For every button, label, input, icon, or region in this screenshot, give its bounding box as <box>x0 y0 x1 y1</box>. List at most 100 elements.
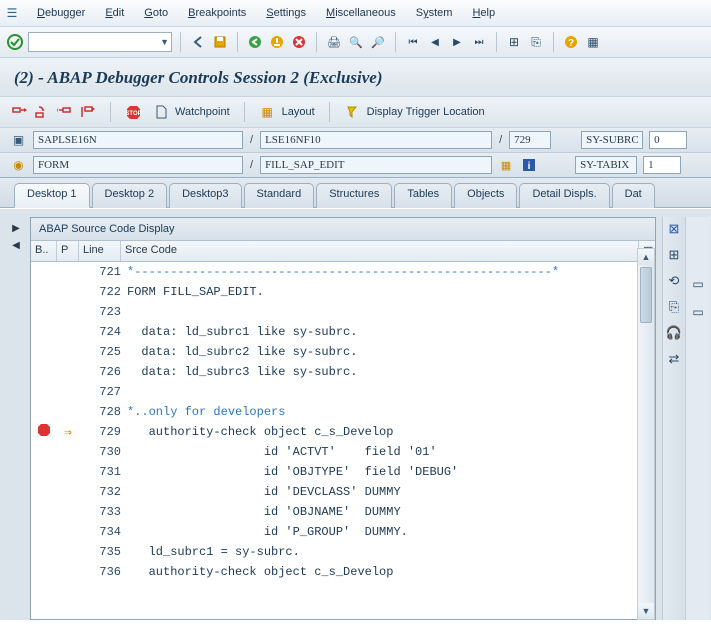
code-line[interactable]: 728*..only for developers <box>31 402 655 422</box>
expand-right-icon[interactable]: ▶ <box>12 223 20 234</box>
continue-icon[interactable] <box>79 104 96 121</box>
tab-tables[interactable]: Tables <box>394 183 452 208</box>
close-tool-icon[interactable]: ⊠ <box>669 221 680 237</box>
code-line[interactable]: ⇒729 authority-check object c_s_Develop <box>31 422 655 442</box>
vertical-scrollbar[interactable]: ▲ ▼ <box>637 248 655 620</box>
tab-standard[interactable]: Standard <box>244 183 315 208</box>
step-over-icon[interactable] <box>33 104 50 121</box>
layout-button[interactable]: ▦ Layout <box>259 104 315 121</box>
code-line[interactable]: 730 id 'ACTVT' field '01' <box>31 442 655 462</box>
prev-page-icon[interactable]: ◀ <box>426 33 444 51</box>
tool-3-icon[interactable]: ⎘ <box>669 299 679 315</box>
tab-desktop1[interactable]: Desktop 1 <box>14 183 90 208</box>
breakpoint-icon[interactable] <box>31 423 57 441</box>
sy-tabix-label <box>575 156 637 174</box>
save-icon[interactable] <box>211 33 229 51</box>
menu-debugger[interactable]: Debugger <box>34 5 88 21</box>
tab-desktop2[interactable]: Desktop 2 <box>92 183 168 208</box>
source-text: id 'OBJTYPE' field 'DEBUG' <box>127 465 655 479</box>
watchpoint-button[interactable]: Watchpoint <box>152 104 230 121</box>
code-line[interactable]: 722FORM FILL_SAP_EDIT. <box>31 282 655 302</box>
back-icon[interactable] <box>189 33 207 51</box>
code-line[interactable]: 723 <box>31 302 655 322</box>
print-icon[interactable]: 🖨 <box>325 33 343 51</box>
tool-1-icon[interactable]: ⊞ <box>669 247 680 263</box>
last-page-icon[interactable]: ⏭ <box>470 33 488 51</box>
step-out-icon[interactable] <box>56 104 73 121</box>
program-field[interactable] <box>33 131 243 149</box>
line-number: 736 <box>79 565 127 579</box>
line-number: 724 <box>79 325 127 339</box>
code-line[interactable]: 725 data: ld_subrc2 like sy-subrc. <box>31 342 655 362</box>
cancel-icon[interactable] <box>290 33 308 51</box>
sy-subrc-value[interactable] <box>649 131 687 149</box>
menu-settings[interactable]: Settings <box>263 5 309 21</box>
help-icon[interactable]: ? <box>562 33 580 51</box>
panel-icon-1[interactable]: ▭ <box>692 277 703 291</box>
tab-desktop3[interactable]: Desktop3 <box>169 183 241 208</box>
tool-5-icon[interactable]: ⇄ <box>669 351 680 367</box>
menu-edit[interactable]: Edit <box>102 5 127 21</box>
code-body[interactable]: 721*------------------------------------… <box>31 262 655 619</box>
code-line[interactable]: 735 ld_subrc1 = sy-subrc. <box>31 542 655 562</box>
info-icon[interactable]: i <box>520 157 537 174</box>
source-text: id 'DEVCLASS' DUMMY <box>127 485 655 499</box>
local-layout-icon[interactable]: ▦ <box>584 33 602 51</box>
code-line[interactable]: 732 id 'DEVCLASS' DUMMY <box>31 482 655 502</box>
code-line[interactable]: 734 id 'P_GROUP' DUMMY. <box>31 522 655 542</box>
scroll-thumb[interactable] <box>640 267 652 323</box>
next-page-icon[interactable]: ▶ <box>448 33 466 51</box>
nav-icon-1[interactable]: ▦ <box>498 157 514 174</box>
command-field[interactable]: ▼ <box>28 32 172 52</box>
menu-help[interactable]: Help <box>469 5 498 21</box>
tab-structures[interactable]: Structures <box>316 183 392 208</box>
stop-icon[interactable]: STOP <box>125 104 142 121</box>
code-line[interactable]: 724 data: ld_subrc1 like sy-subrc. <box>31 322 655 342</box>
collapse-left-icon[interactable]: ◀ <box>12 240 20 251</box>
new-session-icon[interactable]: ⊞ <box>505 33 523 51</box>
trigger-location-button[interactable]: Display Trigger Location <box>344 104 485 121</box>
code-line[interactable]: 726 data: ld_subrc3 like sy-subrc. <box>31 362 655 382</box>
include-field[interactable] <box>260 131 492 149</box>
find-next-icon[interactable]: 🔎 <box>369 33 387 51</box>
doc-icon[interactable]: ▣ <box>10 132 27 149</box>
col-pointer[interactable]: P <box>57 241 79 261</box>
line-number: 731 <box>79 465 127 479</box>
app-icon: ☰ <box>4 5 20 21</box>
code-line[interactable]: 736 authority-check object c_s_Develop <box>31 562 655 582</box>
code-line[interactable]: 731 id 'OBJTYPE' field 'DEBUG' <box>31 462 655 482</box>
title-area: (2) - ABAP Debugger Controls Session 2 (… <box>0 58 711 97</box>
tool-2-icon[interactable]: ⟲ <box>669 273 680 289</box>
menu-breakpoints[interactable]: Breakpoints <box>185 5 249 21</box>
shortcut-icon[interactable]: ⎘ <box>527 33 545 51</box>
sy-tabix-value[interactable] <box>643 156 681 174</box>
routine-field[interactable] <box>260 156 492 174</box>
col-line[interactable]: Line <box>79 241 121 261</box>
exit-icon[interactable] <box>268 33 286 51</box>
first-page-icon[interactable]: ⏮ <box>404 33 422 51</box>
col-source[interactable]: Srce Code <box>121 241 639 261</box>
code-line[interactable]: 733 id 'OBJNAME' DUMMY <box>31 502 655 522</box>
line-field[interactable] <box>509 131 551 149</box>
event-icon[interactable]: ◉ <box>10 157 27 174</box>
scroll-up-icon[interactable]: ▲ <box>638 249 654 265</box>
line-number: 729 <box>79 425 127 439</box>
code-line[interactable]: 727 <box>31 382 655 402</box>
tool-4-icon[interactable]: 🎧 <box>666 325 682 341</box>
event-type-field[interactable] <box>33 156 243 174</box>
find-icon[interactable]: 🔍 <box>347 33 365 51</box>
tab-detail[interactable]: Detail Displs. <box>519 183 609 208</box>
col-breakpoint[interactable]: B.. <box>31 241 57 261</box>
menu-system[interactable]: System <box>413 5 456 21</box>
menu-misc[interactable]: Miscellaneous <box>323 5 399 21</box>
step-into-icon[interactable] <box>10 104 27 121</box>
tab-data[interactable]: Dat <box>612 183 655 208</box>
code-line[interactable]: 721*------------------------------------… <box>31 262 655 282</box>
panel-icon-2[interactable]: ▭ <box>692 305 703 319</box>
line-number: 733 <box>79 505 127 519</box>
enter-icon[interactable] <box>6 33 24 51</box>
menu-goto[interactable]: Goto <box>141 5 171 21</box>
scroll-down-icon[interactable]: ▼ <box>638 603 654 619</box>
nav-back-icon[interactable] <box>246 33 264 51</box>
tab-objects[interactable]: Objects <box>454 183 517 208</box>
